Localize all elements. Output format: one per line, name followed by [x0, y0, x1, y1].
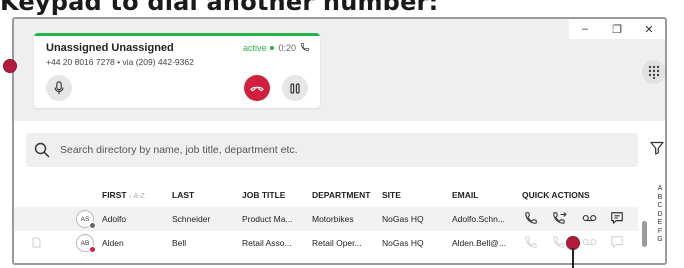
- col-last[interactable]: LAST: [172, 190, 194, 200]
- call-header-area: Unassigned Unassigned +44 20 8016 7278 •…: [14, 19, 665, 121]
- alpha-letter[interactable]: C: [657, 202, 662, 211]
- close-button[interactable]: ✕: [633, 19, 665, 39]
- active-call-card: Unassigned Unassigned +44 20 8016 7278 •…: [34, 33, 320, 108]
- table-header: FIRST ↓ A-Z LAST JOB TITLE DEPARTMENT SIT…: [14, 185, 665, 207]
- table-row[interactable]: AS Adolfo Schneider Product Ma... Motorb…: [14, 207, 638, 231]
- microphone-icon: [54, 81, 64, 95]
- cell-first: Adolfo: [102, 214, 127, 224]
- col-site[interactable]: SITE: [382, 190, 401, 200]
- window-controls: – ❐ ✕: [569, 19, 665, 39]
- status-dot-icon: [270, 46, 275, 50]
- presence-busy-icon: [89, 246, 96, 253]
- cell-job-title: Retail Asso...: [242, 238, 292, 248]
- hangup-icon: [250, 86, 264, 92]
- caller-number: +44 20 8016 7278 • via (209) 442-9362: [46, 57, 194, 67]
- avatar: AS: [76, 210, 96, 229]
- pointer-marker: [3, 59, 17, 73]
- cell-email: Adolfo.Schn...: [452, 214, 505, 224]
- pause-icon: [290, 82, 300, 94]
- cell-department: Retail Oper...: [312, 238, 362, 248]
- alpha-letter[interactable]: B: [658, 194, 663, 203]
- table-scrollbar[interactable]: [642, 221, 647, 247]
- filter-icon: [650, 141, 664, 155]
- phone-icon[interactable]: [524, 211, 538, 227]
- hold-button[interactable]: [282, 75, 308, 101]
- chat-icon[interactable]: [610, 211, 624, 227]
- cell-last: Schneider: [172, 214, 211, 224]
- cell-email: Alden.Bell@...: [452, 238, 506, 248]
- restore-button[interactable]: ❐: [601, 19, 633, 39]
- search-box[interactable]: [26, 133, 638, 167]
- alpha-letter[interactable]: E: [658, 219, 663, 228]
- col-first[interactable]: FIRST ↓ A-Z: [102, 190, 145, 200]
- phone-small-icon: [300, 42, 310, 54]
- col-job-title[interactable]: JOB TITLE: [242, 190, 285, 200]
- search-input[interactable]: [60, 133, 620, 167]
- call-status-accent: [34, 33, 320, 36]
- voicemail-icon[interactable]: [582, 211, 597, 227]
- hangup-button[interactable]: [244, 75, 270, 101]
- pointer-line: [572, 248, 574, 268]
- filter-button[interactable]: [650, 141, 664, 160]
- cell-department: Motorbikes: [312, 214, 354, 224]
- alpha-letter[interactable]: G: [657, 236, 662, 245]
- alpha-letter[interactable]: A: [658, 185, 663, 194]
- file-icon: [32, 237, 41, 250]
- col-department[interactable]: DEPARTMENT: [312, 190, 370, 200]
- minimize-button[interactable]: –: [569, 19, 601, 39]
- phone-icon[interactable]: [524, 235, 538, 251]
- col-quick-actions: QUICK ACTIONS: [522, 190, 590, 200]
- cell-last: Bell: [172, 238, 187, 248]
- app-window: Unassigned Unassigned +44 20 8016 7278 •…: [12, 17, 667, 265]
- cell-site: NoGas HQ: [382, 238, 424, 248]
- caller-name: Unassigned Unassigned: [46, 42, 174, 54]
- search-icon: [34, 142, 50, 163]
- chat-icon[interactable]: [610, 235, 624, 251]
- call-timer: 0:20: [278, 43, 296, 53]
- dialpad-icon: [648, 65, 660, 79]
- cell-first: Alden: [102, 238, 124, 248]
- avatar: AB: [76, 234, 96, 253]
- call-status: active 0:20: [243, 42, 310, 54]
- voicemail-icon[interactable]: [582, 235, 597, 251]
- mute-button[interactable]: [46, 75, 72, 101]
- table-row[interactable]: AB Alden Bell Retail Asso... Retail Oper…: [14, 231, 638, 255]
- dialpad-button[interactable]: [642, 60, 665, 84]
- presence-offline-icon: [89, 222, 96, 229]
- alpha-letter[interactable]: F: [658, 228, 662, 237]
- transfer-call-icon[interactable]: [552, 211, 567, 227]
- col-email[interactable]: EMAIL: [452, 190, 478, 200]
- sort-indicator: ↓ A-Z: [128, 193, 145, 200]
- alphabet-index: A B C D E F G: [654, 185, 665, 245]
- alpha-letter[interactable]: D: [657, 211, 662, 220]
- call-status-label: active: [242, 43, 267, 53]
- cell-job-title: Product Ma...: [242, 214, 293, 224]
- transfer-call-icon[interactable]: [552, 235, 567, 251]
- tutorial-caption: Keypad to dial another number:: [0, 0, 439, 16]
- cell-site: NoGas HQ: [382, 214, 424, 224]
